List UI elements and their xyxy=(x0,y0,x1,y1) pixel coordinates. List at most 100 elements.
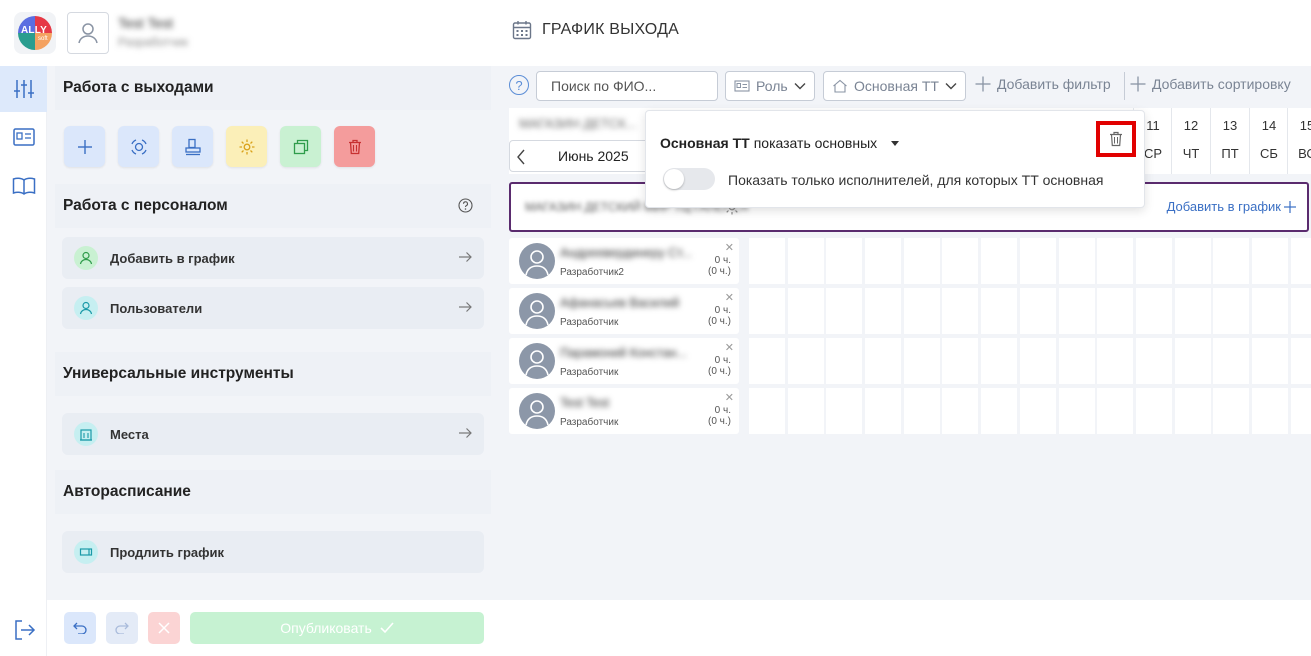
employee-card[interactable]: Афанасьев Василий Разработчик ✕ 0 ч. (0 … xyxy=(509,288,739,334)
schedule-cell[interactable] xyxy=(981,388,1017,434)
add-to-schedule-card[interactable]: Добавить в график xyxy=(62,237,484,279)
schedule-cell[interactable] xyxy=(1059,288,1095,334)
schedule-cell[interactable] xyxy=(1175,238,1211,284)
employee-card[interactable]: Андреевердинеру Ст... Разработчик2 ✕ 0 ч… xyxy=(509,238,739,284)
role-filter[interactable]: Роль xyxy=(725,71,815,101)
schedule-cell[interactable] xyxy=(1059,388,1095,434)
main-tt-filter[interactable]: Основная ТТ xyxy=(823,71,966,101)
schedule-cell[interactable] xyxy=(1059,338,1095,384)
remove-icon[interactable]: ✕ xyxy=(725,291,734,304)
schedule-cell[interactable] xyxy=(788,338,824,384)
chevron-left-icon[interactable] xyxy=(516,149,526,165)
schedule-cell[interactable] xyxy=(1252,238,1288,284)
copy-button[interactable] xyxy=(280,126,321,167)
schedule-cell[interactable] xyxy=(1097,238,1133,284)
main-only-toggle[interactable] xyxy=(663,168,715,190)
rail-id-card[interactable] xyxy=(0,114,47,160)
add-exit-button[interactable] xyxy=(64,126,105,167)
schedule-cell[interactable] xyxy=(749,288,785,334)
schedule-cell[interactable] xyxy=(1291,238,1311,284)
schedule-cell[interactable] xyxy=(1097,288,1133,334)
rail-book[interactable] xyxy=(0,163,47,209)
schedule-cell[interactable] xyxy=(865,238,901,284)
search-input[interactable] xyxy=(536,71,718,101)
schedule-cell[interactable] xyxy=(904,388,940,434)
add-filter-button[interactable]: Добавить фильтр xyxy=(975,76,1111,92)
schedule-cell[interactable] xyxy=(826,238,862,284)
remove-icon[interactable]: ✕ xyxy=(725,341,734,354)
add-to-schedule-link[interactable]: Добавить в график xyxy=(1167,199,1297,214)
schedule-cell[interactable] xyxy=(826,388,862,434)
publish-button[interactable]: Опубликовать xyxy=(190,612,484,644)
schedule-cell[interactable] xyxy=(1213,288,1249,334)
users-card[interactable]: Пользователи xyxy=(62,287,484,329)
employee-card[interactable]: Парамоний Констан... Разработчик ✕ 0 ч. … xyxy=(509,338,739,384)
schedule-cell[interactable] xyxy=(1175,388,1211,434)
schedule-cell[interactable] xyxy=(942,338,978,384)
schedule-cell[interactable] xyxy=(1252,388,1288,434)
schedule-cell[interactable] xyxy=(1020,338,1056,384)
schedule-cell[interactable] xyxy=(1136,338,1172,384)
schedule-cell[interactable] xyxy=(826,288,862,334)
rail-schedule-tools[interactable] xyxy=(0,66,47,112)
schedule-cell[interactable] xyxy=(1020,388,1056,434)
staff-help-button[interactable] xyxy=(458,198,473,218)
schedule-cell[interactable] xyxy=(981,238,1017,284)
app-logo[interactable]: ALLY soft xyxy=(14,12,56,54)
schedule-cell[interactable] xyxy=(1097,388,1133,434)
schedule-cell[interactable] xyxy=(865,388,901,434)
schedule-cell[interactable] xyxy=(1175,288,1211,334)
schedule-cell[interactable] xyxy=(1213,388,1249,434)
schedule-cell[interactable] xyxy=(1213,238,1249,284)
schedule-cell[interactable] xyxy=(1252,288,1288,334)
schedule-cell[interactable] xyxy=(1136,238,1172,284)
schedule-cell[interactable] xyxy=(942,388,978,434)
schedule-cell[interactable] xyxy=(826,338,862,384)
schedule-cell[interactable] xyxy=(904,338,940,384)
remove-icon[interactable]: ✕ xyxy=(725,241,734,254)
logout-button[interactable] xyxy=(14,620,36,643)
schedule-cell[interactable] xyxy=(904,288,940,334)
group-assign-button[interactable] xyxy=(118,126,159,167)
schedule-cell[interactable] xyxy=(788,288,824,334)
day-column[interactable]: 12 ЧТ xyxy=(1171,108,1209,174)
help-button[interactable]: ? xyxy=(509,75,529,95)
schedule-cell[interactable] xyxy=(1175,338,1211,384)
schedule-cell[interactable] xyxy=(865,338,901,384)
employee-card[interactable]: Test Test Разработчик ✕ 0 ч. (0 ч.) xyxy=(509,388,739,434)
schedule-cell[interactable] xyxy=(749,338,785,384)
extend-schedule-card[interactable]: Продлить график xyxy=(62,531,484,573)
schedule-cell[interactable] xyxy=(1020,238,1056,284)
schedule-cell[interactable] xyxy=(749,238,785,284)
schedule-cell[interactable] xyxy=(942,288,978,334)
month-selector[interactable]: Июнь 2025 xyxy=(509,140,649,172)
redo-button[interactable] xyxy=(106,612,138,644)
discard-button[interactable] xyxy=(148,612,180,644)
schedule-cell[interactable] xyxy=(981,288,1017,334)
schedule-cell[interactable] xyxy=(942,238,978,284)
schedule-cell[interactable] xyxy=(788,238,824,284)
schedule-cell[interactable] xyxy=(865,288,901,334)
schedule-cell[interactable] xyxy=(1291,388,1311,434)
remove-icon[interactable]: ✕ xyxy=(725,391,734,404)
add-sort-button[interactable]: Добавить сортировку xyxy=(1130,76,1291,92)
schedule-cell[interactable] xyxy=(904,238,940,284)
undo-button[interactable] xyxy=(64,612,96,644)
schedule-cell[interactable] xyxy=(1059,238,1095,284)
schedule-cell[interactable] xyxy=(1291,338,1311,384)
user-avatar[interactable] xyxy=(67,12,109,54)
schedule-cell[interactable] xyxy=(1097,338,1133,384)
delete-exits-button[interactable] xyxy=(334,126,375,167)
filter-condition[interactable]: Основная ТТ показать основных xyxy=(660,135,900,151)
schedule-cell[interactable] xyxy=(1136,388,1172,434)
schedule-cell[interactable] xyxy=(1136,288,1172,334)
stamp-button[interactable] xyxy=(172,126,213,167)
day-column[interactable]: 15 ВС xyxy=(1287,108,1311,174)
day-column[interactable]: 13 ПТ xyxy=(1210,108,1248,174)
schedule-cell[interactable] xyxy=(749,388,785,434)
day-column[interactable]: 14 СБ xyxy=(1249,108,1287,174)
schedule-cell[interactable] xyxy=(1213,338,1249,384)
schedule-cell[interactable] xyxy=(788,388,824,434)
schedule-cell[interactable] xyxy=(1252,338,1288,384)
delete-filter-button[interactable] xyxy=(1096,121,1136,157)
